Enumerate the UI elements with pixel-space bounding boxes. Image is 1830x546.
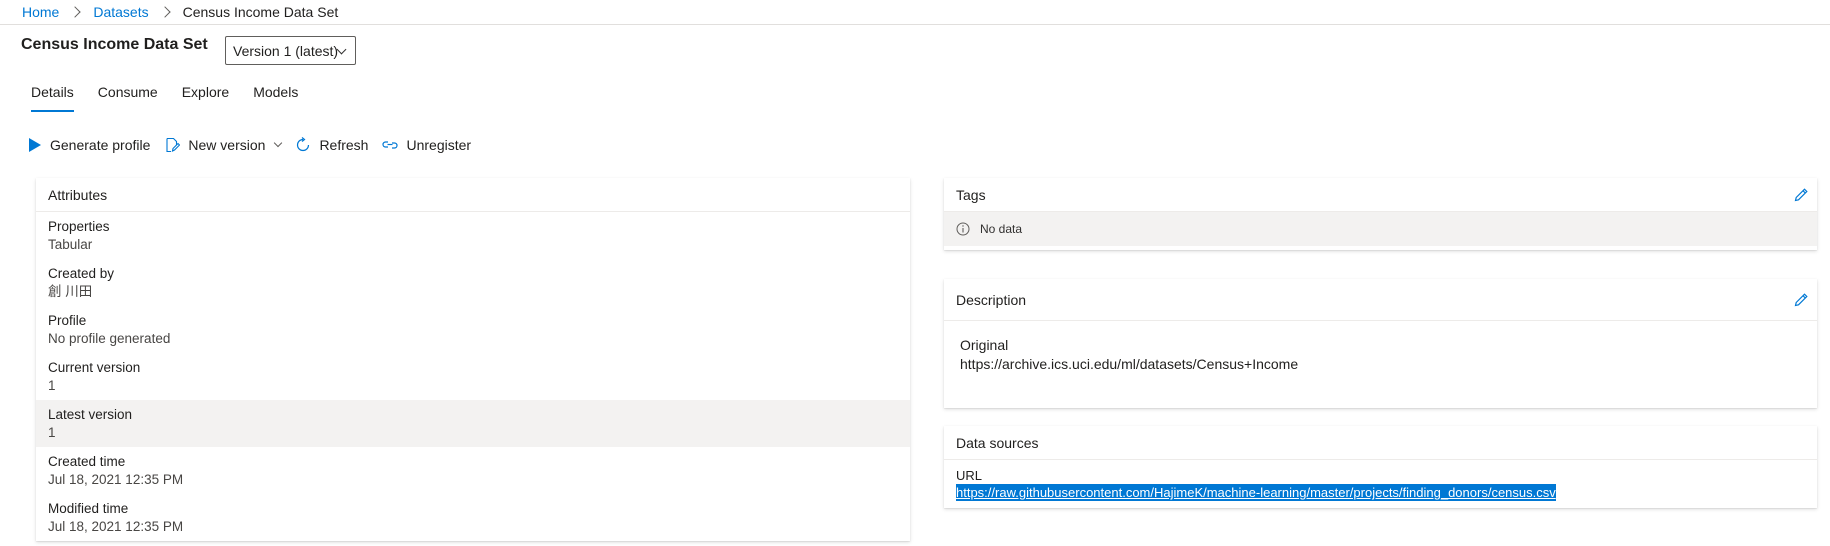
attributes-header: Attributes bbox=[36, 178, 910, 212]
play-icon bbox=[29, 138, 41, 152]
attr-label: Latest version bbox=[48, 407, 133, 422]
attr-value: Jul 18, 2021 12:35 PM bbox=[48, 519, 184, 534]
chevron-down-icon[interactable] bbox=[274, 138, 283, 148]
data-sources-title: Data sources bbox=[956, 434, 1039, 451]
description-line-url: https://archive.ics.uci.edu/ml/datasets/… bbox=[960, 356, 1299, 372]
attr-latest-version: Latest version 1 bbox=[36, 400, 910, 447]
refresh-icon bbox=[297, 137, 310, 152]
info-icon bbox=[956, 222, 970, 236]
header-divider bbox=[0, 24, 1830, 25]
tags-card: Tags No data bbox=[944, 178, 1817, 250]
attr-label: Profile bbox=[48, 313, 87, 328]
refresh-button[interactable]: Refresh bbox=[295, 137, 368, 153]
generate-profile-button[interactable]: Generate profile bbox=[28, 137, 150, 153]
breadcrumb: Home Datasets Census Income Data Set bbox=[22, 0, 338, 24]
attr-value: 1 bbox=[48, 378, 56, 393]
tab-details[interactable]: Details bbox=[31, 84, 74, 112]
page-title: Census Income Data Set bbox=[21, 36, 208, 53]
edit-pencil-icon[interactable] bbox=[1793, 292, 1809, 308]
tab-consume[interactable]: Consume bbox=[98, 84, 158, 112]
no-data-text: No data bbox=[980, 222, 1023, 236]
attr-label: Created by bbox=[48, 266, 115, 281]
attr-created-time: Created time Jul 18, 2021 12:35 PM bbox=[36, 447, 910, 494]
attr-created-by: Created by 創 川田 bbox=[36, 259, 910, 306]
chevron-right-icon bbox=[158, 6, 171, 18]
attr-label: Current version bbox=[48, 360, 141, 375]
new-version-label: New version bbox=[188, 137, 266, 153]
url-label: URL bbox=[956, 468, 983, 483]
breadcrumb-current: Census Income Data Set bbox=[182, 4, 339, 20]
generate-profile-label: Generate profile bbox=[50, 137, 151, 153]
data-source-url-link[interactable]: https://raw.githubusercontent.com/Hajime… bbox=[956, 484, 1556, 501]
version-dropdown-value: Version 1 (latest) bbox=[233, 42, 339, 59]
refresh-label: Refresh bbox=[319, 137, 369, 153]
attr-value: 1 bbox=[48, 425, 56, 440]
tab-models[interactable]: Models bbox=[253, 84, 298, 112]
attributes-title: Attributes bbox=[48, 186, 108, 203]
tags-header: Tags bbox=[944, 178, 1817, 212]
attr-modified-time: Modified time Jul 18, 2021 12:35 PM bbox=[36, 494, 910, 541]
tab-bar: Details Consume Explore Models bbox=[31, 84, 322, 112]
description-body: Original https://archive.ics.uci.edu/ml/… bbox=[944, 321, 1817, 389]
attr-value: Jul 18, 2021 12:35 PM bbox=[48, 472, 184, 487]
unlink-icon bbox=[382, 141, 399, 149]
edit-pencil-icon[interactable] bbox=[1793, 187, 1809, 203]
attributes-card: Attributes Properties Tabular Created by… bbox=[36, 178, 910, 541]
tags-empty-message: No data bbox=[944, 212, 1817, 246]
attr-label: Properties bbox=[48, 219, 110, 234]
edit-document-icon bbox=[166, 137, 181, 153]
attr-value: No profile generated bbox=[48, 331, 171, 346]
attr-label: Created time bbox=[48, 454, 126, 469]
attr-value: 創 川田 bbox=[48, 284, 93, 299]
attr-value: Tabular bbox=[48, 237, 93, 252]
attr-current-version: Current version 1 bbox=[36, 353, 910, 400]
description-card: Description Original https://archive.ics… bbox=[944, 279, 1817, 408]
description-header: Description bbox=[944, 279, 1817, 321]
attr-profile: Profile No profile generated bbox=[36, 306, 910, 353]
new-version-button[interactable]: New version bbox=[164, 137, 283, 153]
attr-properties: Properties Tabular bbox=[36, 212, 910, 259]
command-bar: Generate profile New version Refresh Unr… bbox=[28, 133, 485, 157]
data-sources-card: Data sources URL https://raw.githubuserc… bbox=[944, 426, 1817, 508]
unregister-button[interactable]: Unregister bbox=[382, 137, 471, 153]
description-line-original: Original bbox=[960, 337, 1009, 353]
chevron-right-icon bbox=[69, 6, 82, 18]
data-sources-header: Data sources bbox=[944, 426, 1817, 460]
description-title: Description bbox=[956, 291, 1027, 308]
attr-label: Modified time bbox=[48, 501, 129, 516]
tags-title: Tags bbox=[956, 186, 986, 203]
version-dropdown[interactable]: Version 1 (latest) bbox=[225, 36, 356, 65]
breadcrumb-datasets-link[interactable]: Datasets bbox=[93, 4, 148, 20]
unregister-label: Unregister bbox=[406, 137, 472, 153]
breadcrumb-home-link[interactable]: Home bbox=[22, 4, 59, 20]
tab-explore[interactable]: Explore bbox=[182, 84, 229, 112]
